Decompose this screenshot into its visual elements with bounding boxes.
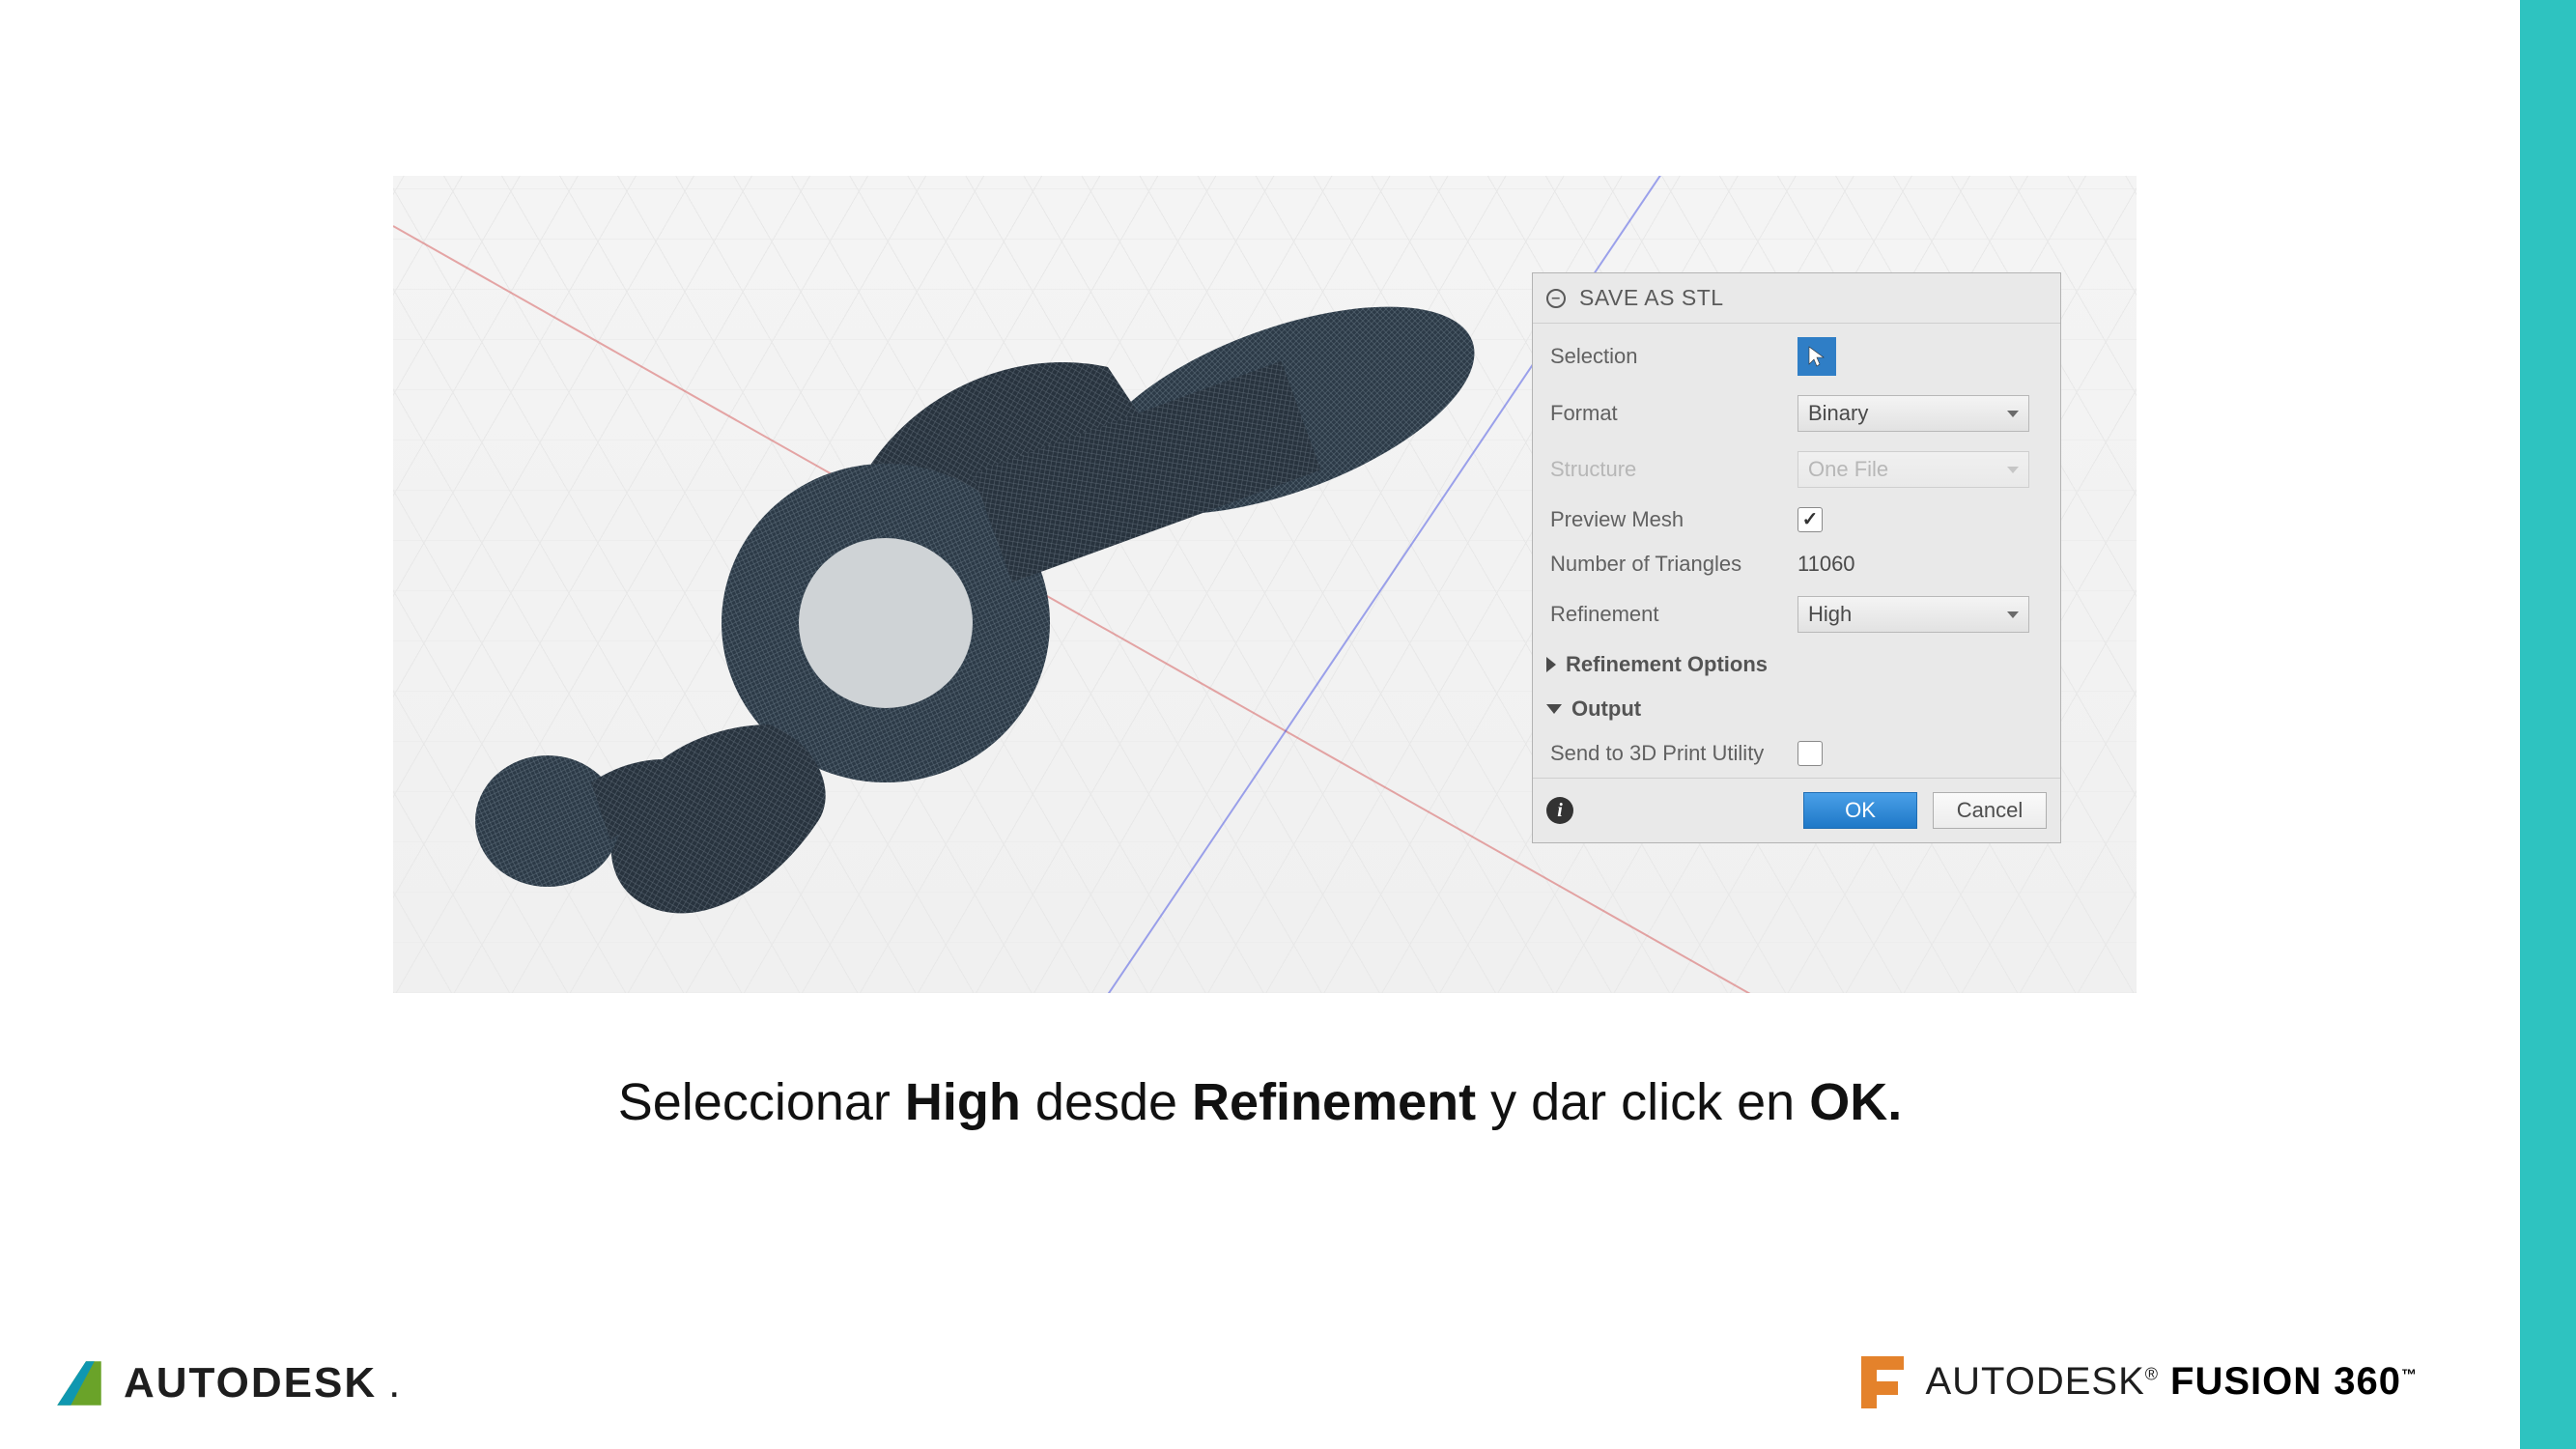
- row-structure: Structure One File: [1533, 441, 2060, 497]
- autodesk-mark-icon: [52, 1356, 106, 1410]
- row-send-3d: Send to 3D Print Utility: [1533, 731, 2060, 776]
- ok-button[interactable]: OK: [1803, 792, 1917, 829]
- send-3d-label: Send to 3D Print Utility: [1550, 741, 1798, 766]
- row-selection: Selection: [1533, 327, 2060, 385]
- dialog-title-bar: – SAVE AS STL: [1533, 273, 2060, 324]
- structure-select: One File: [1798, 451, 2029, 488]
- fusion-mark-icon: [1857, 1352, 1908, 1410]
- slide-content: – SAVE AS STL Selection Format: [0, 0, 2520, 1449]
- row-format: Format Binary: [1533, 385, 2060, 441]
- cancel-button[interactable]: Cancel: [1933, 792, 2047, 829]
- selection-pick-button[interactable]: [1798, 337, 1836, 376]
- triangles-value: 11060: [1798, 552, 1855, 576]
- output-group[interactable]: Output: [1533, 687, 2060, 731]
- chevron-down-icon: [2007, 611, 2019, 618]
- caret-down-icon: [1546, 704, 1562, 714]
- format-label: Format: [1550, 401, 1798, 426]
- row-refinement: Refinement High: [1533, 586, 2060, 642]
- selection-label: Selection: [1550, 344, 1798, 369]
- save-as-stl-dialog: – SAVE AS STL Selection Format: [1532, 272, 2061, 843]
- structure-label: Structure: [1550, 457, 1798, 482]
- instruction-caption: Seleccionar High desde Refinement y dar …: [0, 1072, 2520, 1132]
- format-select[interactable]: Binary: [1798, 395, 2029, 432]
- autodesk-dot: .: [388, 1359, 400, 1407]
- autodesk-logo: AUTODESK.: [52, 1356, 400, 1410]
- preview-mesh-label: Preview Mesh: [1550, 507, 1798, 532]
- row-triangles: Number of Triangles 11060: [1533, 542, 2060, 586]
- refinement-options-group[interactable]: Refinement Options: [1533, 642, 2060, 687]
- slide-accent-bar: [2520, 0, 2576, 1449]
- preview-mesh-checkbox[interactable]: [1798, 507, 1823, 532]
- caret-right-icon: [1546, 657, 1556, 672]
- triangles-label: Number of Triangles: [1550, 552, 1798, 577]
- row-preview-mesh: Preview Mesh: [1533, 497, 2060, 542]
- fusion360-text: FUSION 360™: [2170, 1360, 2418, 1404]
- caption-bold-high: High: [905, 1073, 1021, 1131]
- autodesk-wordmark: AUTODESK: [124, 1359, 377, 1407]
- info-icon[interactable]: i: [1546, 797, 1573, 824]
- caption-text: y dar click en: [1476, 1073, 1809, 1131]
- caption-bold-refinement: Refinement: [1192, 1073, 1476, 1131]
- refinement-label: Refinement: [1550, 602, 1798, 627]
- mesh-preview-shape: [432, 280, 1494, 956]
- fusion-viewport-screenshot: – SAVE AS STL Selection Format: [393, 176, 2137, 993]
- structure-value: One File: [1808, 457, 1888, 482]
- refinement-select[interactable]: High: [1798, 596, 2029, 633]
- refinement-options-label: Refinement Options: [1566, 652, 1768, 677]
- chevron-down-icon: [2007, 467, 2019, 473]
- chevron-down-icon: [2007, 411, 2019, 417]
- caption-text: desde: [1021, 1073, 1192, 1131]
- autodesk-text: AUTODESK®: [1925, 1360, 2159, 1404]
- refinement-value: High: [1808, 602, 1852, 627]
- caption-bold-ok: OK.: [1809, 1073, 1902, 1131]
- dialog-title: SAVE AS STL: [1579, 285, 1724, 311]
- caption-text: Seleccionar: [618, 1073, 905, 1131]
- send-3d-checkbox[interactable]: [1798, 741, 1823, 766]
- output-group-label: Output: [1571, 696, 1641, 722]
- collapse-icon[interactable]: –: [1546, 289, 1566, 308]
- fusion360-logo: AUTODESK® FUSION 360™: [1857, 1352, 2418, 1410]
- dialog-footer: i OK Cancel: [1533, 778, 2060, 842]
- format-value: Binary: [1808, 401, 1868, 426]
